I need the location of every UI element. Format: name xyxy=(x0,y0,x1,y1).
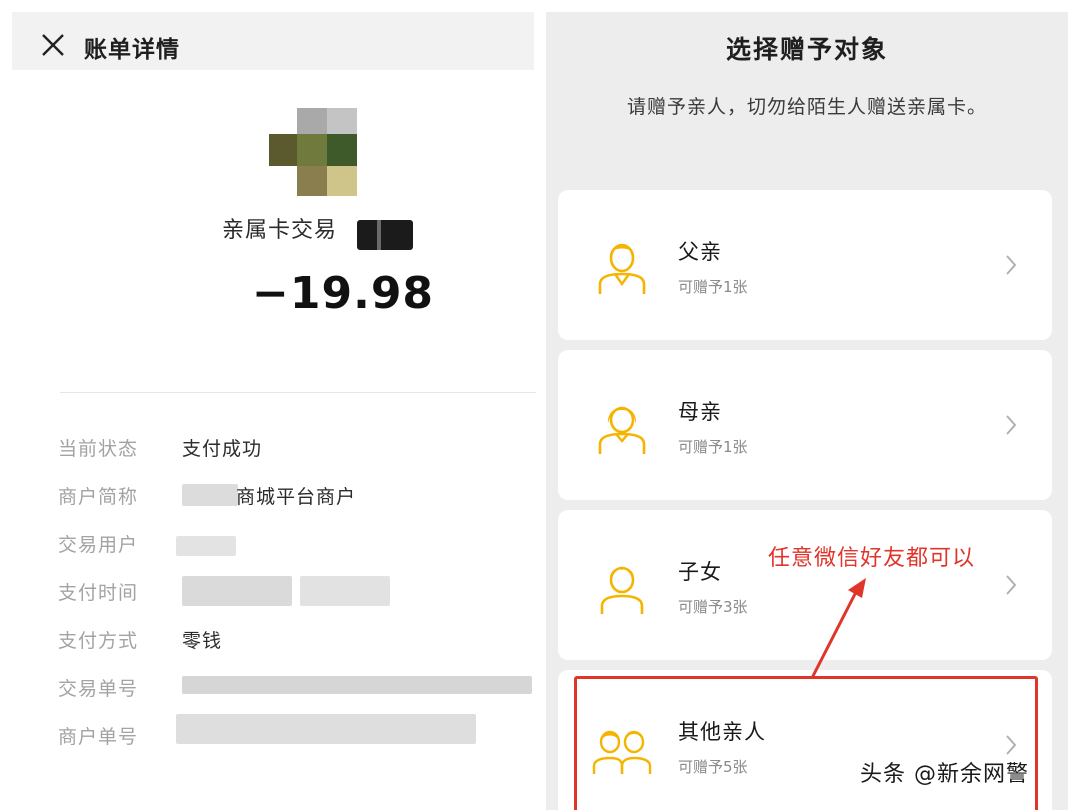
option-quota: 可赠予5张 xyxy=(678,758,748,776)
transaction-amount: −19.98 xyxy=(252,268,435,319)
option-name: 子女 xyxy=(678,560,722,584)
detail-label: 交易用户 xyxy=(58,534,139,556)
detail-label: 商户单号 xyxy=(58,726,139,748)
chevron-right-icon xyxy=(1006,735,1017,755)
option-other-relatives[interactable]: 其他亲人 可赠予5张 xyxy=(558,670,1052,810)
chevron-right-icon xyxy=(1006,575,1017,595)
gift-target-panel: 选择赠予对象 请赠予亲人，切勿给陌生人赠送亲属卡。 父亲 可赠予1张 母亲 可赠… xyxy=(546,12,1068,810)
option-quota: 可赠予1张 xyxy=(678,278,748,296)
child-icon xyxy=(600,566,644,614)
redacted-block xyxy=(357,220,413,250)
chevron-right-icon xyxy=(1006,255,1017,275)
detail-label: 支付方式 xyxy=(58,630,139,652)
option-name: 母亲 xyxy=(678,400,722,424)
option-name: 其他亲人 xyxy=(678,720,766,744)
mother-icon xyxy=(598,406,646,454)
bill-detail-panel: 账单详情 亲属卡交易 −19.98 当前状态 支付成功 商户简称 商城平台商户 … xyxy=(0,0,540,810)
annotation-arrow-icon xyxy=(810,578,866,679)
page-title: 账单详情 xyxy=(84,37,180,63)
close-icon[interactable] xyxy=(40,32,66,58)
option-name: 父亲 xyxy=(678,240,722,264)
blurred-text xyxy=(182,576,292,606)
blurred-text xyxy=(182,484,238,506)
detail-label: 支付时间 xyxy=(58,582,139,604)
panel-subtitle: 请赠予亲人，切勿给陌生人赠送亲属卡。 xyxy=(626,96,987,118)
relatives-icon xyxy=(592,730,652,774)
detail-value: 商城平台商户 xyxy=(236,486,357,508)
detail-label: 交易单号 xyxy=(58,678,139,700)
bill-detail-header: 账单详情 xyxy=(12,12,534,70)
annotation-text: 任意微信好友都可以 xyxy=(768,546,976,571)
blurred-text xyxy=(176,714,476,744)
option-father[interactable]: 父亲 可赠予1张 xyxy=(558,190,1052,340)
blurred-text xyxy=(300,576,390,606)
panel-title: 选择赠予对象 xyxy=(725,35,888,64)
transaction-title: 亲属卡交易 xyxy=(222,218,338,243)
detail-label: 商户简称 xyxy=(58,486,139,508)
blurred-text xyxy=(182,676,532,694)
watermark: 头条 @新余网警 xyxy=(860,762,1029,787)
option-quota: 可赠予3张 xyxy=(678,598,748,616)
chevron-right-icon xyxy=(1006,415,1017,435)
option-quota: 可赠予1张 xyxy=(678,438,748,456)
merchant-avatar xyxy=(269,108,357,196)
blurred-text xyxy=(176,536,236,556)
divider xyxy=(60,392,536,393)
detail-label: 当前状态 xyxy=(58,438,139,460)
option-mother[interactable]: 母亲 可赠予1张 xyxy=(558,350,1052,500)
detail-value: 支付成功 xyxy=(182,438,263,460)
detail-value: 零钱 xyxy=(182,630,223,652)
father-icon xyxy=(598,243,646,294)
